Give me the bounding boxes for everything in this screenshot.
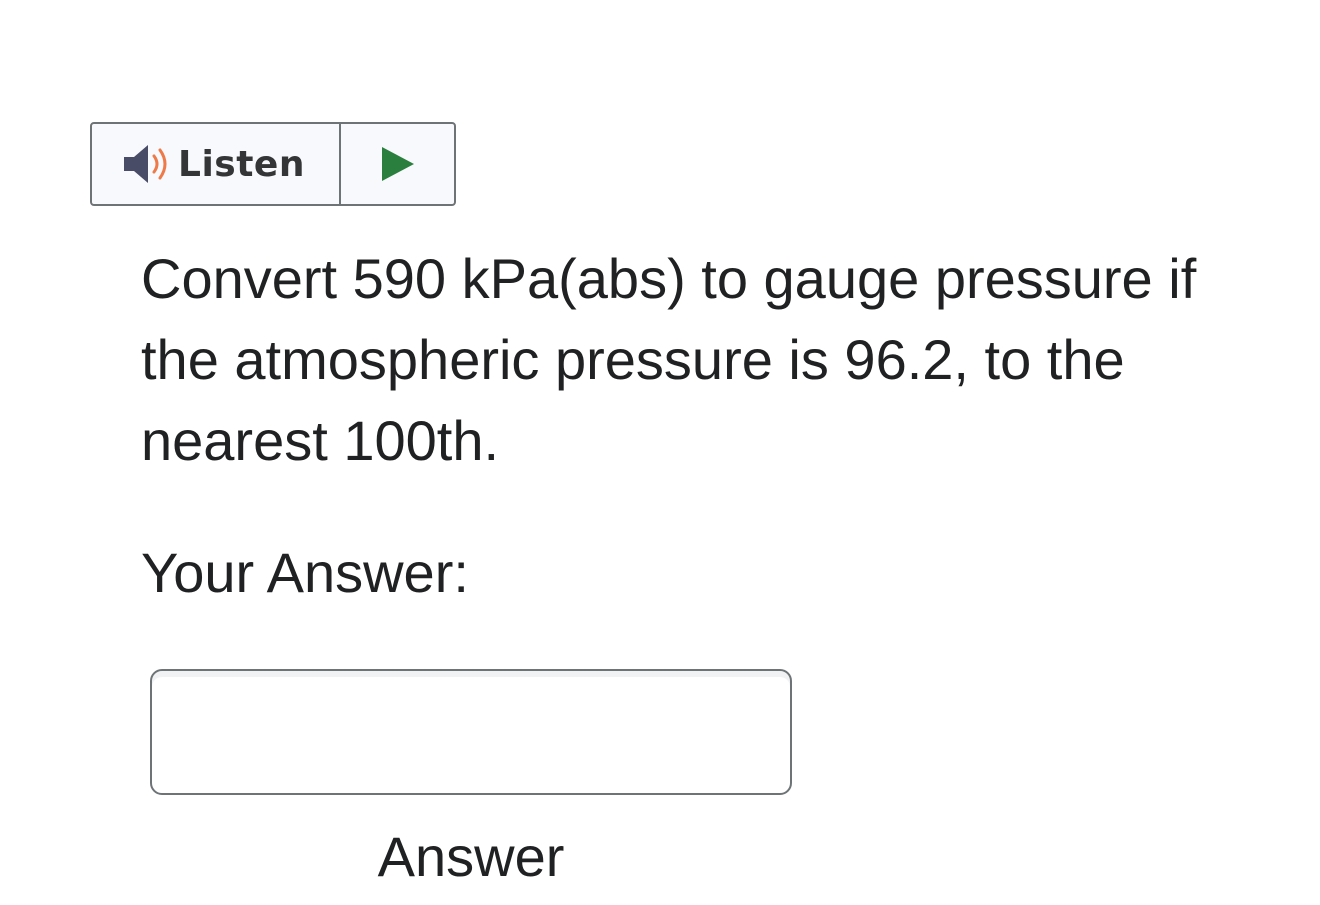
listen-label: Listen (178, 143, 305, 185)
answer-label: Your Answer: (141, 541, 469, 604)
listen-button[interactable]: Listen (92, 124, 341, 204)
answer-input[interactable] (150, 669, 792, 795)
play-icon (381, 147, 414, 181)
question-text: Convert 590 kPa(abs) to gauge pressure i… (141, 247, 1197, 472)
answer-caption: Answer (377, 825, 565, 888)
play-button[interactable] (341, 124, 454, 204)
listen-widget: Listen (90, 122, 456, 206)
speaker-icon (124, 145, 167, 183)
